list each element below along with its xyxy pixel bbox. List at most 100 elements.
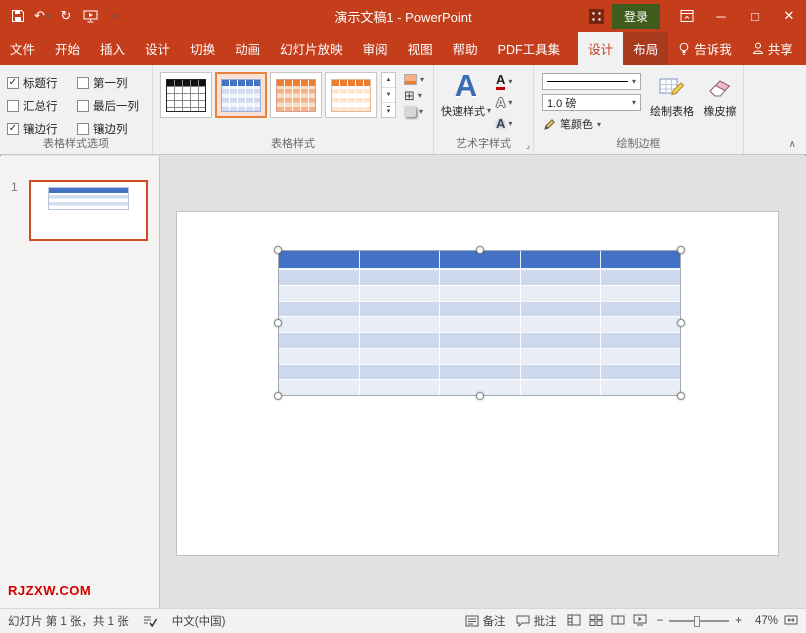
spellcheck-button[interactable]	[143, 615, 158, 627]
slide-thumbnail-selected[interactable]	[29, 180, 148, 241]
gallery-more-button[interactable]: ▾	[382, 102, 395, 117]
undo-button[interactable]: ↶▾	[30, 3, 54, 29]
maximize-button[interactable]: □	[738, 0, 772, 32]
selection-handle-nw[interactable]	[274, 246, 282, 254]
selection-handle-se[interactable]	[677, 392, 685, 400]
slide[interactable]	[177, 212, 778, 555]
table-cell[interactable]	[520, 285, 600, 301]
tab-animations[interactable]: 动画	[225, 32, 270, 65]
tab-table-layout[interactable]: 布局	[623, 32, 668, 65]
table-cell[interactable]	[279, 379, 359, 395]
reading-view-button[interactable]	[611, 614, 625, 629]
table-cell[interactable]	[439, 269, 519, 285]
selection-handle-n[interactable]	[476, 246, 484, 254]
zoom-in-button[interactable]: +	[735, 615, 742, 627]
table-cell[interactable]	[359, 348, 439, 364]
text-outline-button[interactable]: A▾	[496, 94, 512, 110]
pen-style-dropdown[interactable]: ▾	[542, 73, 641, 90]
table-cell[interactable]	[279, 364, 359, 380]
table-style-thumb-orange[interactable]	[325, 72, 377, 118]
language-status[interactable]: 中文(中国)	[172, 613, 226, 629]
checkbox-unchecked[interactable]	[77, 100, 89, 112]
start-slideshow-button[interactable]	[78, 3, 102, 29]
minimize-button[interactable]: ─	[704, 0, 738, 32]
zoom-percentage[interactable]: 47%	[748, 615, 778, 627]
table-style-thumb-plain[interactable]	[160, 72, 212, 118]
checkbox-unchecked[interactable]	[7, 100, 19, 112]
table-cell[interactable]	[600, 348, 680, 364]
draw-table-button[interactable]: 绘制表格	[649, 73, 695, 133]
redo-button[interactable]: ↻	[54, 3, 78, 29]
quick-styles-button[interactable]: A 快速样式▾	[442, 70, 490, 131]
table-cell[interactable]	[359, 301, 439, 317]
style-option-3[interactable]: 最后一列	[77, 98, 153, 114]
selection-handle-ne[interactable]	[677, 246, 685, 254]
table-header-cell[interactable]	[520, 251, 600, 269]
table-cell[interactable]	[279, 316, 359, 332]
close-button[interactable]: ✕	[772, 0, 806, 32]
tab-home[interactable]: 开始	[45, 32, 90, 65]
table-cell[interactable]	[600, 316, 680, 332]
tab-file[interactable]: 文件	[0, 32, 45, 65]
zoom-out-button[interactable]: −	[657, 615, 664, 627]
borders-button[interactable]: ⊞▾	[404, 89, 424, 102]
checkbox-unchecked[interactable]	[77, 77, 89, 89]
tab-review[interactable]: 审阅	[353, 32, 398, 65]
table-style-thumb-blue-selected[interactable]	[215, 72, 267, 118]
pen-weight-dropdown[interactable]: 1.0 磅▾	[542, 94, 641, 111]
table-cell[interactable]	[439, 348, 519, 364]
tab-table-design-active[interactable]: 设计	[578, 32, 623, 65]
tab-insert[interactable]: 插入	[90, 32, 135, 65]
style-option-2[interactable]: 汇总行	[7, 98, 77, 114]
effects-button[interactable]: ▾	[404, 105, 424, 118]
eraser-button[interactable]: 橡皮擦	[697, 73, 743, 133]
style-option-1[interactable]: 第一列	[77, 75, 153, 91]
table-cell[interactable]	[600, 269, 680, 285]
table-header-cell[interactable]	[359, 251, 439, 269]
notes-button[interactable]: 备注	[465, 613, 506, 629]
selection-handle-e[interactable]	[677, 319, 685, 327]
tab-help[interactable]: 帮助	[443, 32, 488, 65]
style-option-0[interactable]: ✓标题行	[7, 75, 77, 91]
selection-handle-s[interactable]	[476, 392, 484, 400]
table-cell[interactable]	[520, 348, 600, 364]
gallery-scroll-down-button[interactable]: ▼	[382, 87, 395, 102]
table-cell[interactable]	[359, 285, 439, 301]
ribbon-display-options-button[interactable]	[670, 0, 704, 32]
tab-design[interactable]: 设计	[135, 32, 180, 65]
table-cell[interactable]	[520, 301, 600, 317]
table-cell[interactable]	[520, 269, 600, 285]
table-cell[interactable]	[279, 285, 359, 301]
table-cell[interactable]	[279, 332, 359, 348]
table-cell[interactable]	[359, 332, 439, 348]
gallery-scroll-up-button[interactable]: ▲	[382, 73, 395, 87]
table-cell[interactable]	[279, 269, 359, 285]
table-cell[interactable]	[359, 364, 439, 380]
customize-qat-button[interactable]: ▾	[102, 3, 126, 29]
share-button[interactable]: 共享	[742, 32, 803, 65]
table-cell[interactable]	[520, 316, 600, 332]
collapse-ribbon-button[interactable]: ∧	[789, 139, 796, 150]
table-cell[interactable]	[439, 285, 519, 301]
tab-slideshow[interactable]: 幻灯片放映	[270, 32, 353, 65]
fit-to-window-button[interactable]	[784, 614, 798, 629]
text-fill-button[interactable]: A▾	[496, 73, 512, 89]
selection-handle-w[interactable]	[274, 319, 282, 327]
login-button[interactable]: 登录	[612, 4, 660, 29]
table-cell[interactable]	[600, 332, 680, 348]
table-cell[interactable]	[520, 364, 600, 380]
zoom-slider-thumb[interactable]	[694, 616, 700, 627]
pen-color-button[interactable]: 笔颜色 ▾	[542, 115, 641, 133]
zoom-slider[interactable]	[669, 620, 729, 622]
tell-me-button[interactable]: 告诉我	[668, 32, 742, 65]
table-cell[interactable]	[439, 316, 519, 332]
table-cell[interactable]	[600, 364, 680, 380]
shading-button[interactable]: ▾	[404, 73, 424, 86]
table-cell[interactable]	[520, 379, 600, 395]
checkbox-unchecked[interactable]	[77, 123, 89, 135]
table-cell[interactable]	[600, 285, 680, 301]
text-effects-button[interactable]: A▾	[496, 115, 512, 131]
table-cell[interactable]	[520, 332, 600, 348]
tab-transitions[interactable]: 切换	[180, 32, 225, 65]
dialog-launcher-icon[interactable]: ⌟	[526, 140, 530, 151]
